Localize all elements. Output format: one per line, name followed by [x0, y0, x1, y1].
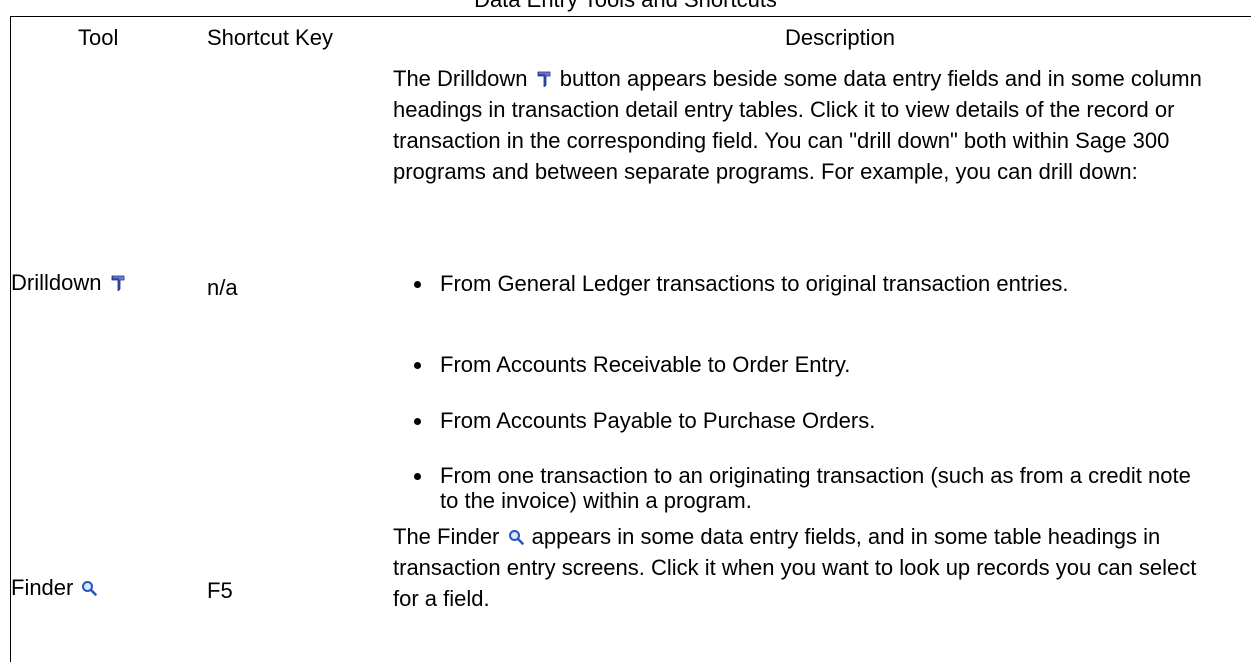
shortcut-drilldown: n/a — [207, 275, 238, 300]
drilldown-description: The Drilldown button appears beside some… — [393, 63, 1223, 187]
header-shortcut-key: Shortcut Key — [207, 25, 333, 50]
magnifier-icon — [81, 580, 97, 596]
tool-drilldown: Drilldown — [11, 267, 128, 298]
list-item: From Accounts Receivable to Order Entry. — [406, 352, 1200, 377]
drilldown-icon — [536, 71, 552, 87]
table-caption: Data Entry Tools and Shortcuts — [0, 0, 1251, 12]
magnifier-icon — [508, 529, 524, 545]
list-item: From one transaction to an originating t… — [406, 463, 1200, 513]
drilldown-icon — [110, 275, 126, 291]
finder-paragraph: The Finder appears in some data entry fi… — [393, 524, 1197, 611]
header-tool: Tool — [78, 25, 119, 50]
header-description: Description — [785, 25, 896, 50]
list-item: From General Ledger transactions to orig… — [406, 271, 1200, 296]
list-item: From Accounts Payable to Purchase Orders… — [406, 408, 1200, 433]
finder-description: The Finder appears in some data entry fi… — [393, 521, 1223, 614]
shortcut-finder: F5 — [207, 578, 233, 603]
drilldown-paragraph: The Drilldown button appears beside some… — [393, 66, 1202, 184]
tool-finder: Finder — [11, 572, 99, 603]
